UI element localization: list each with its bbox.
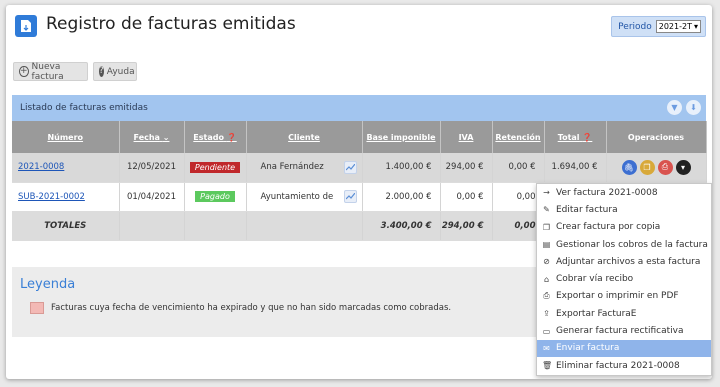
paperclip-icon: ⊘ bbox=[543, 257, 550, 267]
chevron-down-icon[interactable]: ▾ bbox=[675, 159, 691, 175]
col-estado[interactable]: Estado ❓ bbox=[184, 121, 247, 153]
bank-icon: ⌂ bbox=[543, 274, 550, 284]
client-cell: Ana Fernández bbox=[246, 153, 363, 183]
col-base[interactable]: Base imponible bbox=[362, 121, 441, 153]
menu-item-eliminar[interactable]: 🗑 Eliminar factura 2021-0008 bbox=[537, 357, 711, 374]
base-cell: 2.000,00 € bbox=[362, 182, 441, 212]
operations-menu: → Ver factura 2021-0008 ✎ Editar factura ❐… bbox=[536, 183, 712, 376]
status-cell: Pagado bbox=[184, 182, 247, 212]
document-icon: ▭ bbox=[542, 326, 551, 336]
plus-icon: + bbox=[19, 66, 29, 77]
chart-icon[interactable] bbox=[343, 190, 357, 203]
client-name: Ana Fernández bbox=[260, 162, 324, 173]
col-cliente[interactable]: Cliente bbox=[246, 121, 363, 153]
col-iva[interactable]: IVA bbox=[440, 121, 493, 153]
col-retencion[interactable]: Retención bbox=[492, 121, 545, 153]
info-icon: ❓ bbox=[582, 132, 593, 142]
status-badge: Pendiente bbox=[189, 161, 241, 173]
base-cell: 1.400,00 € bbox=[362, 153, 441, 183]
new-invoice-label: Nueva factura bbox=[31, 61, 64, 82]
client-name: Ayuntamiento de bbox=[260, 191, 334, 202]
download-icon[interactable]: ⬇ bbox=[686, 100, 701, 115]
period-value: 2021-2T bbox=[658, 22, 692, 31]
period-label: Periodo bbox=[618, 21, 652, 32]
menu-item-editar[interactable]: ✎ Editar factura bbox=[537, 201, 711, 218]
menu-item-rectificativa[interactable]: ▭ Generar factura rectificativa bbox=[537, 322, 711, 339]
menu-item-enviar[interactable]: ✉ Enviar factura bbox=[537, 339, 711, 357]
help-button[interactable]: ? Ayuda bbox=[93, 62, 137, 81]
pencil-icon: ✎ bbox=[543, 205, 550, 215]
question-icon: ? bbox=[99, 66, 104, 77]
status-badge: Pagado bbox=[195, 191, 235, 202]
date-cell: 01/04/2021 bbox=[119, 182, 185, 212]
menu-item-adjuntar[interactable]: ⊘ Adjuntar archivos a esta factura bbox=[537, 253, 711, 270]
invoice-number-link[interactable]: SUB-2021-0002 bbox=[12, 192, 85, 202]
listing-title: Listado de facturas emitidas bbox=[20, 103, 148, 113]
print-icon[interactable]: ⎙ bbox=[657, 159, 673, 175]
date-cell: 12/05/2021 bbox=[119, 153, 185, 183]
legend-text: Facturas cuya fecha de vencimiento ha ex… bbox=[51, 303, 452, 313]
iva-cell: 0,00 € bbox=[440, 182, 493, 212]
copy-icon: ❐ bbox=[542, 222, 551, 232]
iva-cell: 294,00 € bbox=[440, 153, 493, 183]
listing-header: Listado de facturas emitidas ▼ ⬇ bbox=[12, 95, 706, 121]
totals-iva: 294,00 € bbox=[440, 211, 493, 241]
print-icon: ⎙ bbox=[543, 291, 550, 301]
invoice-icon bbox=[15, 15, 37, 37]
menu-item-facturae[interactable]: ⇪ Exportar FacturaE bbox=[537, 305, 711, 322]
period-select[interactable]: 2021-2T ▾ bbox=[655, 20, 701, 33]
invoice-number-link[interactable]: 2021-0008 bbox=[12, 162, 64, 172]
arrow-right-icon: → bbox=[543, 188, 550, 198]
totals-base: 3.400,00 € bbox=[362, 211, 441, 241]
col-total[interactable]: Total ❓ bbox=[544, 121, 607, 153]
paperclip-icon[interactable]: 🖇 bbox=[621, 159, 637, 175]
chevron-down-icon: ▾ bbox=[693, 22, 698, 31]
export-icon: ⇪ bbox=[543, 309, 550, 319]
status-cell: Pendiente bbox=[184, 153, 247, 183]
overdue-swatch bbox=[30, 302, 44, 314]
client-cell: Ayuntamiento de bbox=[246, 182, 363, 212]
info-icon: ❓ bbox=[226, 132, 237, 142]
help-label: Ayuda bbox=[106, 66, 135, 77]
table-header-row: Número Fecha ⌄ Estado ❓ Cliente Base imp… bbox=[12, 121, 707, 153]
total-cell: 1.694,00 € bbox=[544, 153, 607, 183]
filter-icon[interactable]: ▼ bbox=[667, 100, 682, 115]
col-numero[interactable]: Número bbox=[12, 121, 120, 153]
sort-icon: ⌄ bbox=[162, 132, 170, 142]
trash-icon: 🗑 bbox=[542, 361, 553, 371]
envelope-icon: ✉ bbox=[543, 343, 550, 353]
chart-icon[interactable] bbox=[343, 160, 357, 174]
page-title: Registro de facturas emitidas bbox=[46, 14, 296, 34]
copy-icon[interactable]: ❐ bbox=[639, 159, 655, 175]
menu-item-copia[interactable]: ❐ Crear factura por copia bbox=[537, 219, 711, 236]
legend-title: Leyenda bbox=[20, 277, 76, 292]
period-selector: Periodo 2021-2T ▾ bbox=[611, 16, 706, 37]
col-operaciones: Operaciones bbox=[606, 121, 707, 153]
table-row: 2021-0008 12/05/2021 Pendiente Ana Ferná… bbox=[12, 153, 707, 183]
new-invoice-button[interactable]: + Nueva factura bbox=[13, 61, 88, 82]
menu-item-pdf[interactable]: ⎙ Exportar o imprimir en PDF bbox=[537, 288, 711, 305]
main-panel: Registro de facturas emitidas Periodo 20… bbox=[6, 5, 712, 379]
menu-item-ver[interactable]: → Ver factura 2021-0008 bbox=[537, 184, 711, 201]
menu-item-cobros[interactable]: ▤ Gestionar los cobros de la factura bbox=[537, 236, 711, 253]
menu-item-recibo[interactable]: ⌂ Cobrar vía recibo bbox=[537, 270, 711, 287]
retencion-cell: 0,00 € bbox=[492, 153, 545, 183]
payments-icon: ▤ bbox=[542, 240, 551, 250]
operations-cell: 🖇 ❐ ⎙ ▾ bbox=[606, 153, 707, 183]
col-fecha[interactable]: Fecha ⌄ bbox=[119, 121, 185, 153]
totals-label: TOTALES bbox=[12, 211, 120, 241]
